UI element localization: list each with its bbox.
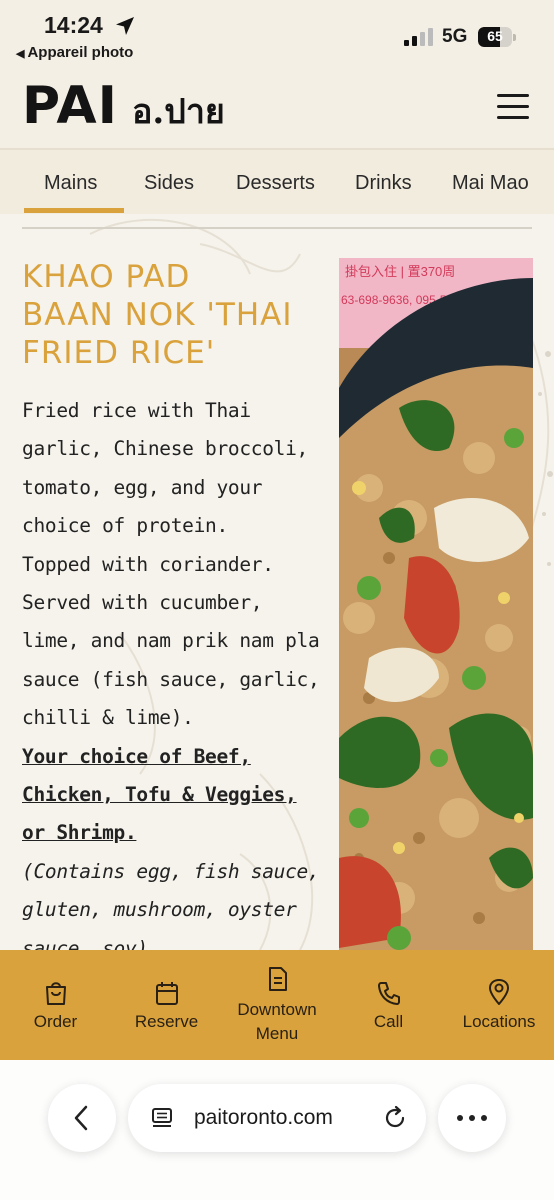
address-bar[interactable]: paitoronto.com bbox=[128, 1084, 426, 1152]
battery-level: 65 bbox=[487, 28, 503, 44]
browser-back-button[interactable] bbox=[48, 1084, 116, 1152]
description-line: Topped with coriander. bbox=[22, 552, 274, 576]
tab-drinks[interactable]: Drinks bbox=[355, 172, 412, 195]
reserve-button[interactable]: Reserve bbox=[111, 950, 222, 1060]
menu-content[interactable]: KHAO PAD BAAN NOK 'THAI FRIED RICE' Frie… bbox=[0, 214, 554, 950]
status-bar: 14:24 ◀ Appareil photo 5G 65 bbox=[0, 0, 554, 70]
tab-mains[interactable]: Mains bbox=[44, 172, 97, 195]
action-label: Call bbox=[373, 1012, 404, 1031]
dish-description: Fried rice with Thai garlic, Chinese bro… bbox=[22, 392, 328, 950]
description-line: garlic, Chinese broccoli, bbox=[22, 437, 309, 461]
description-line: sauce (fish sauce, garlic, bbox=[22, 667, 320, 691]
action-label: Locations bbox=[462, 1012, 536, 1031]
quick-action-bar: Order Reserve Downtown Menu Call Locatio… bbox=[0, 950, 554, 1060]
back-to-app-link[interactable]: ◀ Appareil photo bbox=[16, 44, 133, 61]
back-app-label: Appareil photo bbox=[27, 44, 134, 61]
network-type: 5G bbox=[442, 26, 468, 47]
order-button[interactable]: Order bbox=[0, 950, 111, 1060]
phone-icon bbox=[378, 982, 400, 1005]
browser-toolbar: paitoronto.com bbox=[0, 1060, 554, 1200]
action-label: Downtown Menu bbox=[237, 1000, 317, 1043]
call-button[interactable]: Call bbox=[333, 950, 444, 1060]
section-divider bbox=[22, 227, 532, 229]
location-arrow-icon bbox=[116, 17, 134, 35]
logo-text: PAI bbox=[22, 76, 118, 136]
page-settings-icon[interactable] bbox=[150, 1106, 174, 1130]
reload-icon[interactable] bbox=[382, 1105, 408, 1131]
protein-choice-line: Your choice of Beef, bbox=[22, 744, 251, 768]
allergen-line: sauce, soy) bbox=[22, 936, 148, 950]
document-icon bbox=[269, 967, 287, 991]
svg-text:掛包入住 | 置370周: 掛包入住 | 置370周 bbox=[345, 264, 455, 279]
description-line: chilli & lime). bbox=[22, 706, 194, 730]
allergen-line: gluten, mushroom, oyster bbox=[22, 898, 297, 922]
hamburger-menu-icon[interactable] bbox=[492, 90, 532, 124]
description-line: lime, and nam prik nam pla bbox=[22, 629, 320, 653]
dish-title-line: FRIED RICE' bbox=[22, 335, 216, 371]
description-line: tomato, egg, and your bbox=[22, 475, 263, 499]
tab-desserts[interactable]: Desserts bbox=[236, 172, 315, 195]
shopping-bag-icon bbox=[46, 982, 66, 1005]
status-time: 14:24 bbox=[44, 12, 103, 38]
description-line: Fried rice with Thai bbox=[22, 399, 251, 422]
action-label: Reserve bbox=[134, 1012, 199, 1031]
chevron-left-icon bbox=[74, 1105, 88, 1131]
dish-title-line: BAAN NOK 'THAI bbox=[22, 297, 293, 333]
description-line: Served with cucumber, bbox=[22, 591, 263, 615]
protein-choice-line: or Shrimp. bbox=[22, 821, 137, 845]
locations-button[interactable]: Locations bbox=[444, 950, 554, 1060]
signal-icon bbox=[404, 28, 433, 46]
downtown-menu-button[interactable]: Downtown Menu bbox=[222, 950, 333, 1060]
action-label: Order bbox=[33, 1012, 78, 1031]
dish-title-line: KHAO PAD bbox=[22, 259, 191, 295]
site-logo[interactable]: PAI อ.ปาย bbox=[22, 78, 262, 136]
back-triangle-icon: ◀ bbox=[16, 48, 25, 60]
protein-choice-line: Chicken, Tofu & Veggies, bbox=[22, 783, 297, 807]
description-line: choice of protein. bbox=[22, 514, 228, 538]
allergen-line: (Contains egg, fish sauce, bbox=[22, 859, 320, 883]
url-text: paitoronto.com bbox=[194, 1106, 333, 1129]
logo-thai-text: อ.ปาย bbox=[132, 92, 225, 132]
active-tab-indicator bbox=[24, 208, 124, 213]
battery-icon: 65 bbox=[478, 26, 516, 48]
fried-rice-photo: 掛包入住 | 置370周 63-698-9636, 095-514-4619 bbox=[339, 258, 533, 950]
ellipsis-icon bbox=[457, 1115, 487, 1121]
map-pin-icon bbox=[489, 979, 509, 1005]
more-options-button[interactable] bbox=[438, 1084, 506, 1152]
tab-mai-mao[interactable]: Mai Mao bbox=[452, 172, 529, 195]
calendar-icon bbox=[156, 982, 178, 1005]
menu-category-tabs: Mains Sides Desserts Drinks Mai Mao bbox=[0, 148, 554, 214]
dish-title: KHAO PAD BAAN NOK 'THAI FRIED RICE' bbox=[22, 258, 322, 372]
tab-sides[interactable]: Sides bbox=[144, 172, 194, 195]
